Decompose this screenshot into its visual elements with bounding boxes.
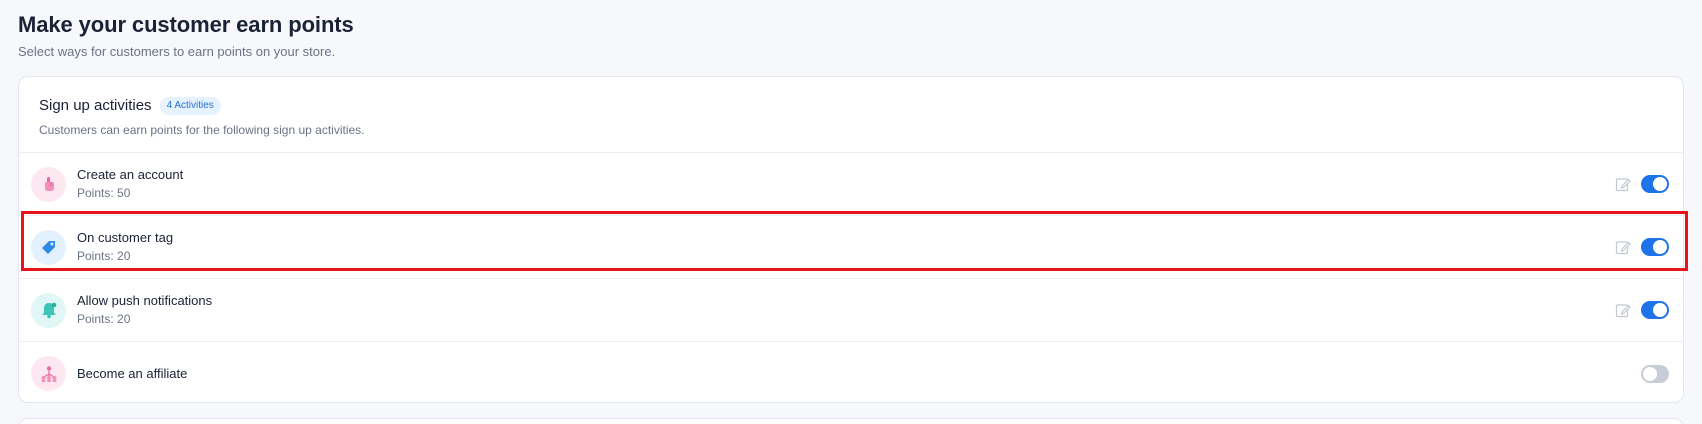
activity-title: Allow push notifications [77,293,213,308]
page-title: Make your customer earn points [18,12,354,37]
activity-toggle[interactable] [1641,175,1669,193]
edit-icon[interactable] [1615,239,1631,255]
card-header: Sign up activities 4 Activities Customer… [19,77,1683,153]
activity-toggle[interactable] [1641,238,1669,256]
next-card [18,418,1684,424]
activity-points: Points: 20 [77,312,131,326]
card-description: Customers can earn points for the follow… [39,123,365,137]
earn-points-page: Make your customer earn points Select wa… [0,0,1702,424]
activities-count-badge: 4 Activities [159,97,221,115]
network-people-icon [31,356,66,391]
edit-icon[interactable] [1615,176,1631,192]
activity-title: Become an affiliate [77,365,188,381]
activity-row-affiliate: Become an affiliate [19,342,1683,402]
activity-row-customer-tag: On customer tag Points: 20 [19,216,1683,279]
activity-points: Points: 50 [77,186,131,200]
edit-icon[interactable] [1615,302,1631,318]
pointing-hand-icon [31,166,66,202]
activity-row-push-notifications: Allow push notifications Points: 20 [19,279,1683,342]
activity-title: On customer tag [77,230,174,245]
activity-toggle[interactable] [1641,364,1669,383]
activity-toggle[interactable] [1641,301,1669,319]
bell-icon [31,292,66,328]
card-title: Sign up activities [39,97,152,114]
page-subtitle: Select ways for customers to earn points… [18,44,336,59]
activity-row-create-account: Create an account Points: 50 [19,153,1683,216]
sign-up-activities-card: Sign up activities 4 Activities Customer… [18,76,1684,403]
activity-title: Create an account [77,167,184,182]
tag-icon [31,229,66,265]
activity-points: Points: 20 [77,249,131,263]
